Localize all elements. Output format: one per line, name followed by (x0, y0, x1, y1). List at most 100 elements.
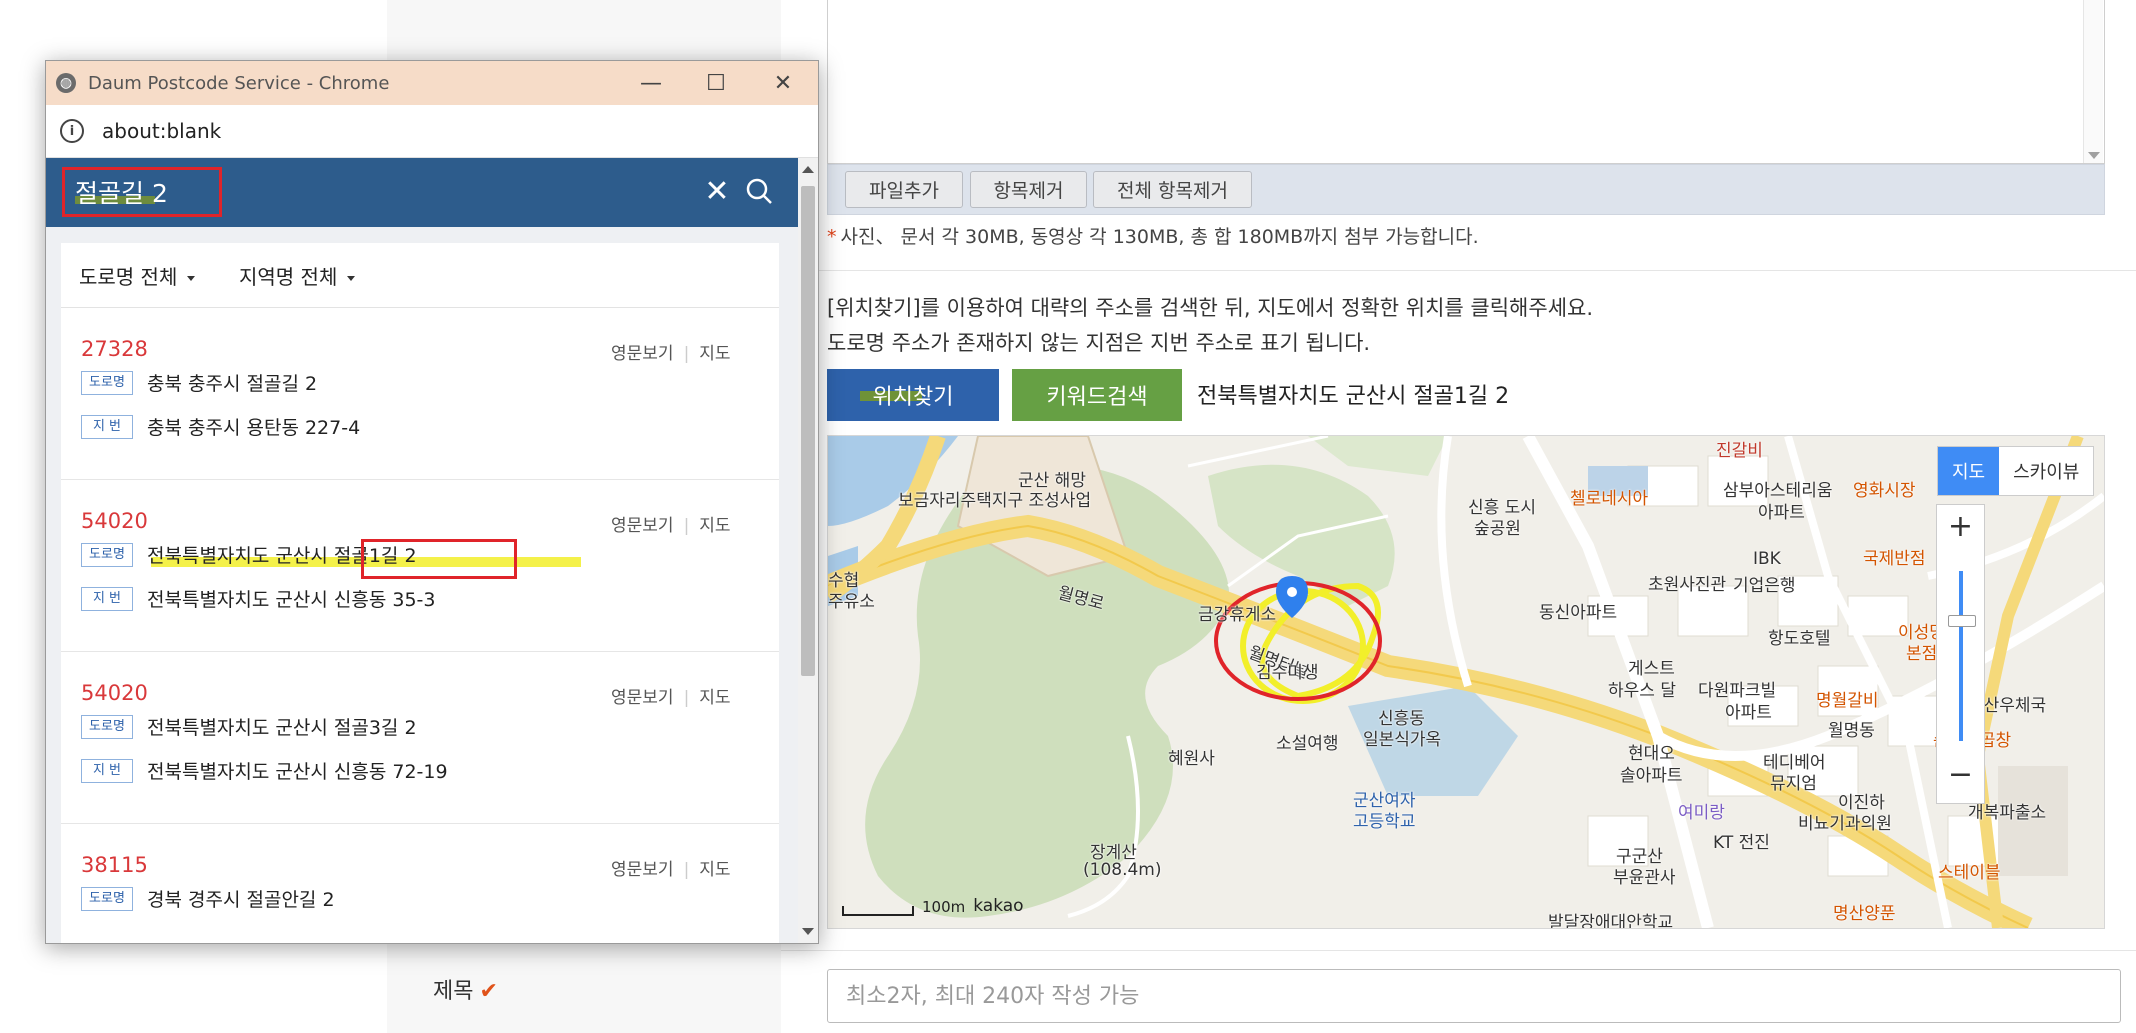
map-type-skyview-button[interactable]: 스카이뷰 (1999, 447, 2093, 495)
map-label: 김수미생 (1256, 663, 1319, 683)
chevron-down-icon (347, 276, 356, 281)
map-label: 기업은행 (1733, 576, 1796, 596)
road-address-line[interactable]: 도로명 충북 충주시 절골길 2 (81, 369, 317, 396)
english-view-link[interactable]: 영문보기 (611, 516, 674, 536)
selected-address: 전북특별자치도 군산시 절골1길 2 (1197, 384, 1510, 409)
result-item[interactable]: 27328 영문보기 | 지도 도로명 충북 충주시 절골길 2 지 번 충북 충주시 … (61, 307, 779, 480)
result-links: 영문보기 | 지도 (611, 516, 731, 536)
road-address-line[interactable]: 도로명 전북특별자치도 군산시 절골3길 2 (81, 713, 417, 740)
scroll-down-arrow-icon[interactable] (2088, 152, 2100, 159)
map-label: 고등학교 (1353, 812, 1416, 832)
textarea-scrollbar[interactable] (2083, 0, 2103, 163)
remove-all-items-button[interactable]: 전체 항목제거 (1093, 171, 1252, 208)
map-label: 뮤지엄 (1770, 774, 1817, 794)
map-label: 진갈비 (1716, 441, 1763, 461)
title-input[interactable] (827, 969, 2121, 1023)
close-button[interactable]: ✕ (748, 61, 818, 105)
popup-scrollbar[interactable] (798, 158, 818, 943)
scale-bar (842, 906, 914, 916)
search-icon[interactable] (744, 176, 774, 206)
map-label: 명산양푼 (1833, 904, 1896, 924)
title-field-label: 제목 ✔ (433, 973, 498, 1005)
map-label: 국제반점 (1863, 549, 1926, 569)
zip-code[interactable]: 38115 (81, 853, 148, 877)
road-address: 전북특별자치도 군산시 절골3길 2 (147, 717, 417, 739)
road-tag: 도로명 (81, 370, 133, 395)
scrollbar-thumb[interactable] (801, 186, 815, 676)
add-file-button[interactable]: 파일추가 (845, 171, 963, 208)
map-label: 동신아파트 (1539, 603, 1618, 623)
location-description-2: 도로명 주소가 존재하지 않는 지점은 지번 주소로 표기 됩니다. (827, 331, 1371, 355)
result-item[interactable]: 38115 영문보기 | 지도 도로명 경북 경주시 절골안길 2 (61, 823, 779, 943)
clear-icon[interactable]: ✕ (702, 174, 732, 209)
keyword-search-button[interactable]: 키워드검색 (1012, 369, 1182, 421)
remove-item-button[interactable]: 항목제거 (970, 171, 1087, 208)
postcode-search-input[interactable]: 절골길 2 (62, 167, 222, 217)
map-label: IBK (1753, 549, 1781, 569)
map-label: 숲공원 (1474, 519, 1521, 539)
road-name-filter[interactable]: 도로명 전체 (79, 261, 196, 290)
english-view-link[interactable]: 영문보기 (611, 344, 674, 364)
map-label: 하우스 달 (1608, 681, 1676, 701)
jibun-address-line[interactable]: 지 번 전북특별자치도 군산시 신흥동 72-19 (81, 757, 448, 784)
map-link[interactable]: 지도 (699, 860, 730, 880)
result-links: 영문보기 | 지도 (611, 344, 731, 364)
english-view-link[interactable]: 영문보기 (611, 688, 674, 708)
map-label: 스테이블 (1938, 863, 2001, 883)
file-size-note: * 사진、 문서 각 30MB, 동영상 각 130MB, 총 합 180MB까지… (827, 226, 1479, 248)
popup-content: 절골길 2 ✕ 도로명 전체 지역명 전체 27328 영문보기 | 지도 도로명 충… (46, 158, 798, 943)
result-item[interactable]: 54020 영문보기 | 지도 도로명 전북특별자치도 군산시 절골1길 2 지 번전… (61, 479, 779, 652)
english-view-link[interactable]: 영문보기 (611, 860, 674, 880)
title-label-text: 제목 (433, 979, 474, 1004)
find-location-button[interactable]: 위치찾기 (827, 369, 999, 421)
road-address-line[interactable]: 도로명 경북 경주시 절골안길 2 (81, 885, 335, 912)
road-tag: 도로명 (81, 542, 133, 567)
jibun-address-line[interactable]: 지 번 충북 충주시 용탄동 227-4 (81, 413, 360, 440)
map-label: 첼로네시아 (1570, 489, 1649, 509)
map-label: 보금자리주택지구 조성사업 (898, 491, 1092, 511)
zoom-out-button[interactable]: − (1937, 757, 1984, 792)
region-filter-label: 지역명 전체 (239, 265, 338, 289)
map-type-map-button[interactable]: 지도 (1938, 447, 2000, 495)
kakao-map[interactable]: 진갈비 군산 해망 보금자리주택지구 조성사업 신흥 도시 숲공원 첼로네시아 … (827, 435, 2105, 929)
map-label: 아파트 (1725, 703, 1772, 723)
map-label: 아파트 (1758, 503, 1805, 523)
zip-code[interactable]: 27328 (81, 337, 148, 361)
map-label: 영화시장 (1853, 481, 1916, 501)
map-label: 명월갈비 (1816, 691, 1879, 711)
map-label: (108.4m) (1083, 860, 1162, 880)
kakao-logo: kakao (973, 896, 1024, 916)
zip-code[interactable]: 54020 (81, 509, 148, 533)
info-icon[interactable]: i (60, 119, 84, 143)
zoom-slider-handle[interactable] (1948, 615, 1976, 627)
zoom-slider-track[interactable] (1959, 571, 1963, 741)
road-tag: 도로명 (81, 714, 133, 739)
map-scale: 100m kakao (842, 896, 1024, 916)
road-tag: 도로명 (81, 886, 133, 911)
road-filter-label: 도로명 전체 (79, 265, 178, 289)
content-textarea[interactable] (827, 0, 2105, 164)
find-location-label: 위치찾기 (872, 385, 954, 410)
map-link[interactable]: 지도 (699, 344, 730, 364)
map-label: 항도호텔 (1768, 629, 1831, 649)
map-label: 여미랑 (1678, 803, 1725, 823)
map-type-switch: 지도 스카이뷰 (1937, 446, 2095, 496)
popup-titlebar[interactable]: ◍ Daum Postcode Service - Chrome — ☐ ✕ (46, 61, 818, 105)
popup-address-bar[interactable]: i about:blank (46, 105, 818, 158)
zip-code[interactable]: 54020 (81, 681, 148, 705)
scroll-up-arrow-icon[interactable] (802, 166, 814, 173)
map-label: 솔아파트 (1620, 766, 1683, 786)
jibun-address: 충북 충주시 용탄동 227-4 (147, 417, 361, 439)
chevron-down-icon (187, 276, 196, 281)
zoom-in-button[interactable]: + (1937, 509, 1984, 544)
minimize-button[interactable]: — (616, 61, 686, 105)
scroll-down-arrow-icon[interactable] (802, 928, 814, 935)
maximize-button[interactable]: ☐ (681, 61, 751, 105)
region-filter[interactable]: 지역명 전체 (239, 261, 356, 290)
result-item[interactable]: 54020 영문보기 | 지도 도로명 전북특별자치도 군산시 절골3길 2 지 번 전… (61, 651, 779, 824)
map-link[interactable]: 지도 (699, 516, 730, 536)
map-link[interactable]: 지도 (699, 688, 730, 708)
map-label: 소설여행 (1276, 734, 1339, 754)
file-size-note-text: 사진、 문서 각 30MB, 동영상 각 130MB, 총 합 180MB까지 … (840, 226, 1479, 248)
jibun-address-line[interactable]: 지 번 전북특별자치도 군산시 신흥동 35-3 (81, 585, 435, 612)
